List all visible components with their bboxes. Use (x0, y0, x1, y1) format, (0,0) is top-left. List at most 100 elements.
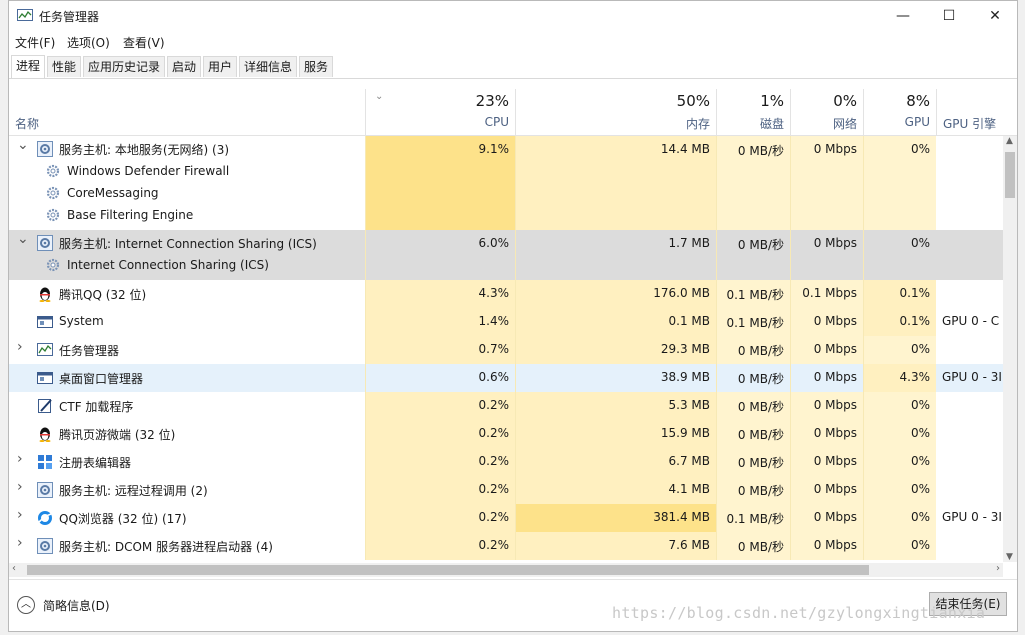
cell-mem: 1.7 MB (515, 230, 716, 280)
process-row[interactable]: 0.2% 381.4 MB 0.1 MB/秒 0 Mbps 0% GPU 0 - 3I › Q… (9, 504, 1003, 532)
process-row[interactable]: 0.7% 29.3 MB 0 MB/秒 0 Mbps 0% › 任务管理器 (9, 336, 1003, 364)
process-row[interactable]: 0.2% 6.7 MB 0 MB/秒 0 Mbps 0% › 注册表编辑器 (9, 448, 1003, 476)
value-net: 0 Mbps (813, 398, 857, 412)
value-mem: 7.6 MB (668, 538, 710, 552)
process-row[interactable]: 4.3% 176.0 MB 0.1 MB/秒 0.1 Mbps 0.1% 腾讯QQ (32… (9, 280, 1003, 308)
process-name: 服务主机: 本地服务(无网络) (3) (59, 143, 230, 157)
gear-icon (37, 235, 53, 251)
tab-performance[interactable]: 性能 (47, 56, 81, 77)
vertical-scroll-thumb[interactable] (1005, 152, 1015, 198)
scroll-up-icon[interactable]: ▲ (1006, 136, 1013, 146)
value-gpu: 0% (910, 426, 930, 440)
horizontal-scroll-thumb[interactable] (27, 565, 869, 575)
value-cpu: 0.2% (478, 510, 510, 524)
cell-mem: 4.1 MB (515, 476, 716, 504)
minimize-button[interactable]: — (880, 1, 926, 31)
collapse-chevron-icon[interactable]: ⌄ (17, 137, 29, 153)
fewer-details-link[interactable]: 简略信息(D) (43, 597, 110, 614)
tab-processes[interactable]: 进程 (11, 55, 45, 78)
expand-chevron-icon[interactable]: › (17, 479, 23, 495)
cell-net: 0 Mbps (790, 136, 863, 230)
horizontal-scrollbar[interactable]: ‹ › (9, 563, 1003, 577)
process-name-cell: 腾讯QQ (32 位) (9, 280, 365, 308)
column-network[interactable]: 0% 网络 (790, 89, 863, 135)
column-name[interactable]: 名称 (9, 89, 365, 135)
expand-chevron-icon[interactable]: › (17, 507, 23, 523)
cell-gpu: 4.3% (863, 364, 936, 392)
cpu-total: 23% (475, 92, 509, 110)
cell-net: 0 Mbps (790, 392, 863, 420)
process-row[interactable]: 0.2% 15.9 MB 0 MB/秒 0 Mbps 0% 腾讯页游微端 (32 位) (9, 420, 1003, 448)
disk-total: 1% (760, 92, 784, 110)
process-row[interactable]: 9.1% 14.4 MB 0 MB/秒 0 Mbps 0% ⌄ 服务主机: 本地服务(无网络… (9, 136, 1003, 230)
process-name-cell: › QQ浏览器 (32 位) (17) (9, 504, 365, 532)
cell-net: 0 Mbps (790, 230, 863, 280)
service-name[interactable]: CoreMessaging (67, 186, 159, 200)
process-row[interactable]: 0.6% 38.9 MB 0 MB/秒 0 Mbps 4.3% GPU 0 - 3I 桌面窗… (9, 364, 1003, 392)
value-cpu: 4.3% (478, 286, 510, 300)
column-gpu[interactable]: 8% GPU (863, 89, 936, 135)
service-name[interactable]: Internet Connection Sharing (ICS) (67, 258, 269, 272)
vertical-scrollbar[interactable]: ▲ ▼ (1003, 136, 1017, 562)
cell-cpu: 0.2% (365, 448, 515, 476)
close-button[interactable]: ✕ (972, 1, 1017, 31)
service-name[interactable]: Base Filtering Engine (67, 208, 193, 222)
column-disk[interactable]: 1% 磁盘 (716, 89, 790, 135)
menu-view[interactable]: 查看(V) (123, 34, 165, 51)
expand-chevron-icon[interactable]: › (17, 535, 23, 551)
cell-mem: 0.1 MB (515, 308, 716, 336)
tab-services[interactable]: 服务 (299, 56, 333, 77)
memory-total: 50% (676, 92, 710, 110)
column-name-label: 名称 (15, 117, 40, 131)
process-name: 腾讯页游微端 (32 位) (59, 428, 176, 442)
cell-eng: GPU 0 - C (936, 308, 1003, 336)
process-row[interactable]: 6.0% 1.7 MB 0 MB/秒 0 Mbps 0% ⌄ 服务主机: Internet … (9, 230, 1003, 280)
scroll-left-icon[interactable]: ‹ (12, 563, 16, 574)
cell-gpu: 0% (863, 392, 936, 420)
process-row[interactable]: 0.2% 5.3 MB 0 MB/秒 0 Mbps 0% CTF 加载程序 (9, 392, 1003, 420)
value-net: 0 Mbps (813, 370, 857, 384)
value-gpu: 0% (910, 398, 930, 412)
cell-mem: 29.3 MB (515, 336, 716, 364)
process-row[interactable]: 1.4% 0.1 MB 0.1 MB/秒 0 Mbps 0.1% GPU 0 - C Sys… (9, 308, 1003, 336)
chevron-up-icon[interactable]: ︿ (17, 596, 35, 614)
cell-mem: 176.0 MB (515, 280, 716, 308)
gpu-label: GPU (904, 115, 930, 129)
cell-net: 0.1 Mbps (790, 280, 863, 308)
value-disk: 0 MB/秒 (737, 344, 784, 358)
process-name-cell: › 任务管理器 (9, 336, 365, 364)
tab-app-history[interactable]: 应用历史记录 (83, 56, 165, 77)
column-memory[interactable]: 50% 内存 (515, 89, 716, 135)
tab-strip: 进程 性能 应用历史记录 启动 用户 详细信息 服务 (9, 55, 1017, 79)
service-name[interactable]: Windows Defender Firewall (67, 164, 229, 178)
scroll-down-icon[interactable]: ▼ (1006, 552, 1013, 562)
expand-chevron-icon[interactable]: › (17, 339, 23, 355)
column-cpu[interactable]: 23% CPU (365, 89, 515, 135)
cell-gpu: 0.1% (863, 280, 936, 308)
column-gpu-engine[interactable]: GPU 引擎 (936, 89, 1017, 135)
tab-details[interactable]: 详细信息 (239, 56, 297, 77)
maximize-button[interactable]: ☐ (926, 1, 972, 31)
menu-options[interactable]: 选项(O) (67, 34, 110, 51)
process-row[interactable]: 0.2% 7.6 MB 0 MB/秒 0 Mbps 0% › 服务主机: DCOM 服务器进… (9, 532, 1003, 560)
column-header: 名称 23% CPU 50% 内存 1% 磁盘 0% 网络 8% GPU GPU… (9, 89, 1017, 136)
value-cpu: 1.4% (478, 314, 510, 328)
value-cpu: 0.2% (478, 538, 510, 552)
value-gpu: 0% (910, 510, 930, 524)
cell-disk: 0 MB/秒 (716, 364, 790, 392)
process-row[interactable]: 0.2% 4.1 MB 0 MB/秒 0 Mbps 0% › 服务主机: 远程过程调用 (2… (9, 476, 1003, 504)
menu-file[interactable]: 文件(F) (15, 34, 55, 51)
cell-cpu: 0.2% (365, 532, 515, 560)
cell-net: 0 Mbps (790, 420, 863, 448)
collapse-chevron-icon[interactable]: ⌄ (17, 231, 29, 247)
value-eng: GPU 0 - 3I (942, 370, 1002, 384)
cell-eng (936, 476, 1003, 504)
scroll-right-icon[interactable]: › (996, 563, 1000, 574)
value-disk: 0 MB/秒 (737, 400, 784, 414)
cell-gpu: 0% (863, 230, 936, 280)
tab-users[interactable]: 用户 (203, 56, 237, 77)
cell-mem: 15.9 MB (515, 420, 716, 448)
tab-startup[interactable]: 启动 (167, 56, 201, 77)
expand-chevron-icon[interactable]: › (17, 451, 23, 467)
gear-icon (37, 141, 53, 157)
